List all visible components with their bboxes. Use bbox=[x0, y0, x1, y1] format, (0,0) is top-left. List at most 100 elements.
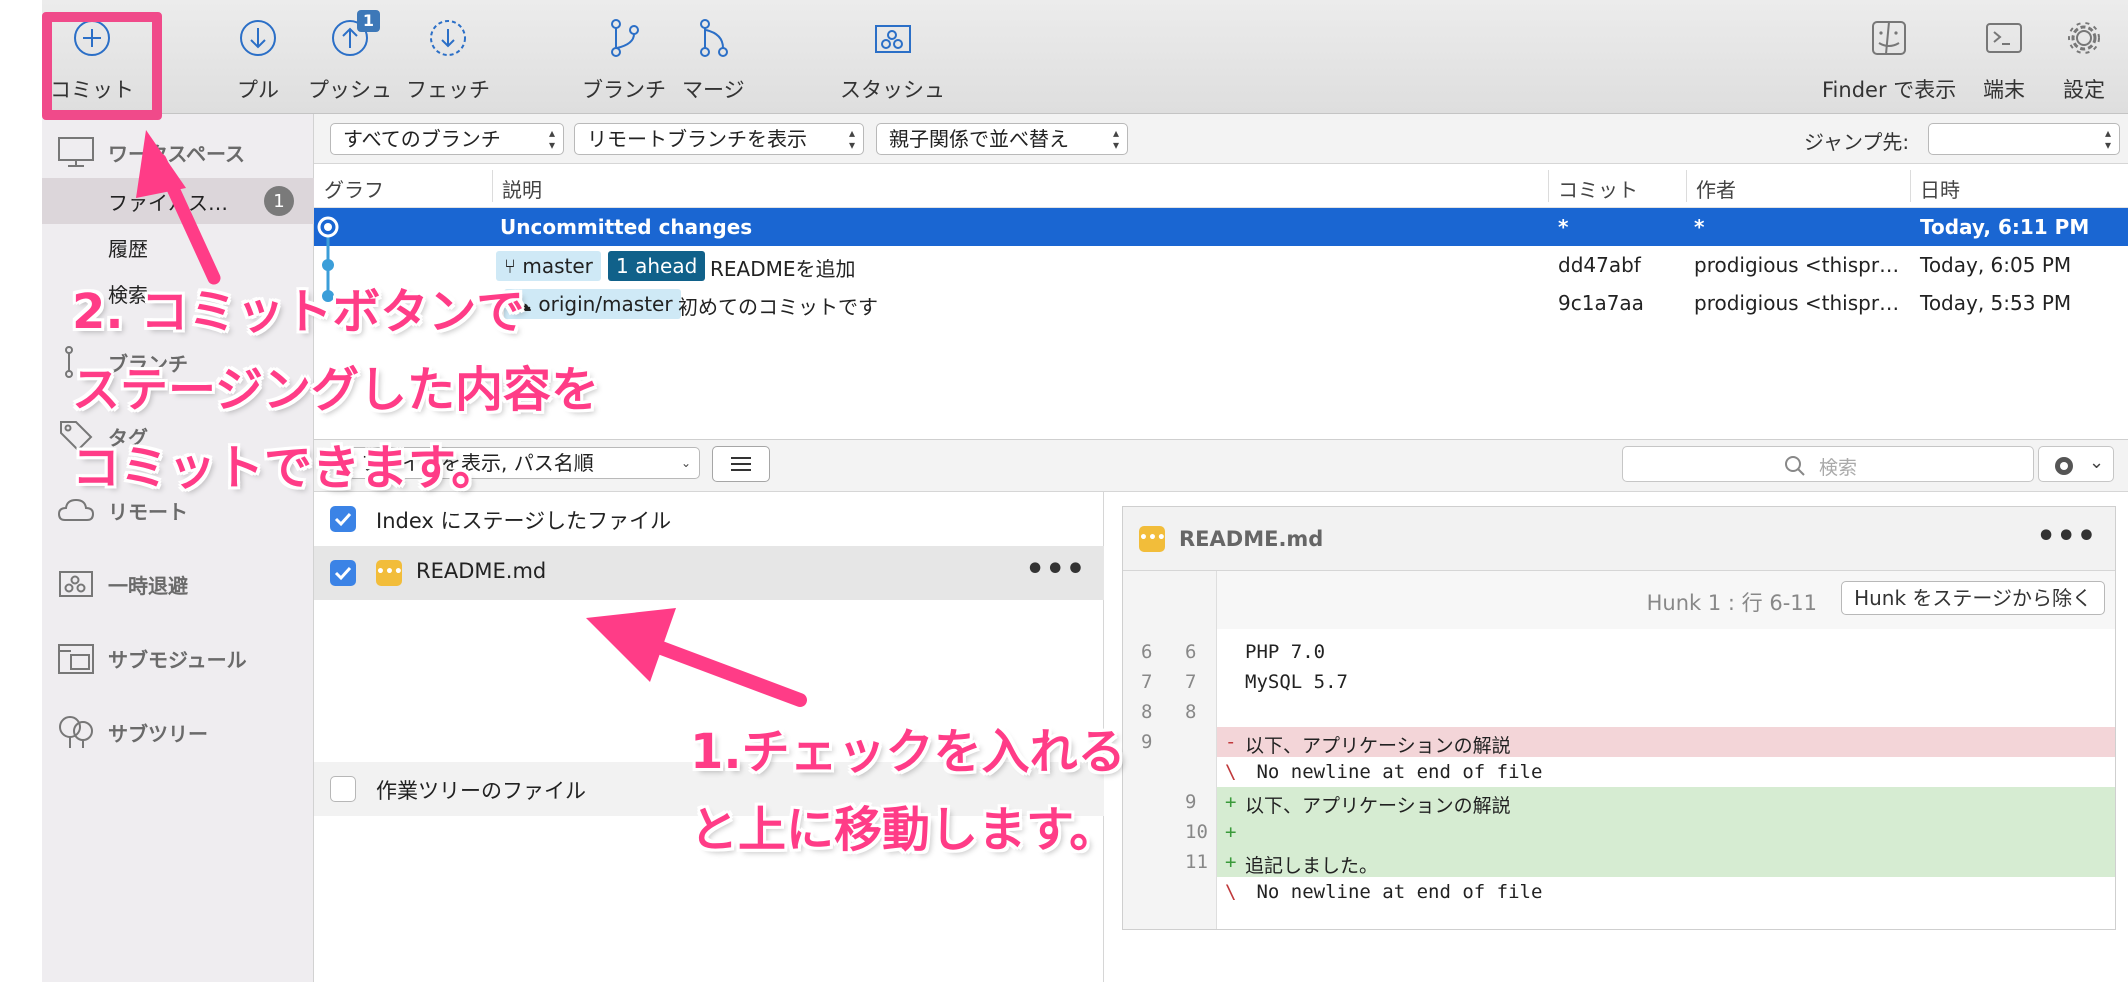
sidebar-item-file-status[interactable]: ファイルス… 1 bbox=[42, 178, 314, 224]
hunk-header: Hunk 1 : 行 6-11 Hunk をステージから除く bbox=[1217, 571, 2115, 629]
diff-line: 88 bbox=[1123, 697, 2115, 727]
column-header-graph[interactable]: グラフ bbox=[324, 174, 384, 203]
settings-button[interactable]: 設定 bbox=[2060, 14, 2108, 104]
fetch-button[interactable]: フェッチ bbox=[406, 14, 490, 104]
window-edge bbox=[0, 0, 42, 982]
sidebar-item-stashes[interactable]: 一時退避 bbox=[42, 562, 314, 606]
search-placeholder: 検索 bbox=[1819, 457, 1858, 479]
stash-label: スタッシュ bbox=[840, 78, 945, 102]
sidebar-item-subtrees[interactable]: サブツリー bbox=[42, 710, 314, 754]
old-line-number: 8 bbox=[1141, 701, 1153, 723]
diff-code: 追記しました。 bbox=[1245, 855, 1379, 877]
terminal-label: 端末 bbox=[1983, 78, 2025, 102]
show-in-finder-button[interactable]: Finder で表示 bbox=[1822, 14, 1956, 104]
branch-filter-bar: すべてのブランチ ▴ ▾ リモートブランチを表示 ▴ ▾ 親子関係で並べ替え ▴ ▾ … bbox=[314, 114, 2128, 164]
checkmark-icon bbox=[334, 566, 352, 581]
diff-line: 9 - 以下、アプリケーションの解説 bbox=[1123, 727, 2115, 757]
jump-to-select[interactable]: ▴ ▾ bbox=[1928, 123, 2120, 155]
merge-button[interactable]: マージ bbox=[682, 14, 745, 104]
sidebar-item-label: ワークスペース bbox=[108, 141, 245, 166]
column-header-commit[interactable]: コミット bbox=[1558, 174, 1638, 203]
staged-checkbox[interactable] bbox=[330, 506, 356, 532]
remote-branches-select[interactable]: リモートブランチを表示 ▴ ▾ bbox=[574, 123, 864, 155]
annotation-step2-line2: ステージングした内容を bbox=[72, 362, 600, 418]
finder-label: Finder で表示 bbox=[1822, 78, 1957, 102]
search-icon bbox=[1785, 456, 1805, 476]
branch-tag-origin-master[interactable]: ☁ origin/master bbox=[504, 289, 681, 319]
sort-select-value: 親子関係で並べ替え bbox=[889, 127, 1069, 151]
column-header-description[interactable]: 説明 bbox=[502, 174, 542, 203]
settings-label: 設定 bbox=[2063, 78, 2105, 102]
updown-chevron-icon: ▴ ▾ bbox=[2104, 126, 2111, 152]
old-line-number: 6 bbox=[1141, 641, 1153, 663]
more-options-icon[interactable]: ••• bbox=[2036, 519, 2097, 554]
commit-row[interactable]: ⑂ master 1 ahead READMEを追加 dd47abf prodi… bbox=[314, 246, 2128, 284]
new-line-number: 10 bbox=[1185, 821, 1208, 843]
terminal-button[interactable]: 端末 bbox=[1980, 14, 2028, 104]
commit-hash: 9c1a7aa bbox=[1558, 291, 1644, 315]
added-line-highlight bbox=[1217, 817, 2115, 847]
diff-line: \ No newline at end of file bbox=[1123, 757, 2115, 787]
branch-tag-label: origin/master bbox=[538, 292, 673, 316]
commit-description: Uncommitted changes bbox=[500, 215, 753, 239]
diff-sign: + bbox=[1225, 851, 1237, 873]
commit-highlight-box bbox=[42, 12, 162, 120]
column-header-date[interactable]: 日時 bbox=[1920, 174, 1960, 203]
unstaged-checkbox[interactable] bbox=[330, 776, 356, 802]
list-options-button[interactable] bbox=[712, 446, 770, 482]
file-search-field[interactable]: 検索 bbox=[1622, 446, 2034, 482]
diff-sign: + bbox=[1225, 791, 1237, 813]
diff-code: PHP 7.0 bbox=[1245, 641, 1326, 663]
file-status-count-badge: 1 bbox=[264, 186, 294, 216]
sidebar-item-history[interactable]: 履歴 bbox=[42, 224, 314, 270]
file-checkbox[interactable] bbox=[330, 560, 356, 586]
sort-order-select[interactable]: 親子関係で並べ替え ▴ ▾ bbox=[876, 123, 1128, 155]
subtree-icon bbox=[56, 714, 96, 750]
diff-line: 11 + 追記しました。 bbox=[1123, 847, 2115, 877]
branch-label: ブランチ bbox=[582, 78, 666, 102]
fetch-label: フェッチ bbox=[406, 78, 490, 102]
branch-tag-label: master bbox=[522, 254, 593, 278]
gear-icon bbox=[2055, 457, 2073, 475]
jump-to-label: ジャンプ先: bbox=[1804, 130, 1910, 154]
staged-file-row[interactable]: ••• README.md ••• bbox=[314, 546, 1104, 600]
commit-description: READMEを追加 bbox=[710, 257, 856, 281]
commit-row[interactable]: ☁ origin/master 初めてのコミットです 9c1a7aa prodi… bbox=[314, 284, 2128, 322]
sidebar-item-submodules[interactable]: サブモジュール bbox=[42, 636, 314, 680]
modified-file-icon: ••• bbox=[376, 560, 403, 586]
branches-select[interactable]: すべてのブランチ ▴ ▾ bbox=[330, 123, 564, 155]
annotation-step1-line2: と上に移動します。 bbox=[690, 802, 1118, 858]
stash-icon bbox=[56, 566, 96, 602]
diff-sign: \ bbox=[1225, 881, 1237, 903]
sidebar-item-label: リモート bbox=[108, 499, 188, 524]
commit-author: prodigious <thispr… bbox=[1694, 291, 1900, 315]
updown-chevron-icon: ▴ ▾ bbox=[548, 126, 555, 152]
file-actions-button[interactable]: ⌄ bbox=[2038, 446, 2114, 482]
commit-description: 初めてのコミットです bbox=[678, 295, 878, 319]
commit-date: Today, 5:53 PM bbox=[1920, 291, 2072, 315]
download-arrow-icon bbox=[234, 14, 282, 62]
commit-date: Today, 6:05 PM bbox=[1920, 253, 2072, 277]
push-button[interactable]: 1 プッシュ bbox=[308, 10, 392, 104]
updown-chevron-icon: ▴ ▾ bbox=[848, 126, 855, 152]
commit-row-uncommitted[interactable]: Uncommitted changes * * Today, 6:11 PM bbox=[314, 208, 2128, 246]
stash-button[interactable]: スタッシュ bbox=[840, 14, 945, 104]
column-divider bbox=[1910, 170, 1911, 202]
column-header-author[interactable]: 作者 bbox=[1696, 174, 1736, 203]
finder-icon bbox=[1865, 14, 1913, 62]
diff-code: No newline at end of file bbox=[1245, 761, 1543, 783]
column-divider bbox=[1686, 170, 1687, 202]
list-icon bbox=[731, 457, 751, 471]
sidebar-item-workspace[interactable]: ワークスペース bbox=[42, 130, 314, 174]
more-options-icon[interactable]: ••• bbox=[1025, 552, 1086, 587]
sidebar-item-label: サブモジュール bbox=[108, 647, 247, 672]
upload-arrow-icon: 1 bbox=[326, 10, 380, 62]
commit-hash: * bbox=[1558, 215, 1569, 239]
staged-files-header: Index にステージしたファイル bbox=[314, 492, 1104, 546]
unstage-hunk-button[interactable]: Hunk をステージから除く bbox=[1841, 581, 2105, 615]
checkmark-icon bbox=[334, 512, 352, 527]
pull-button[interactable]: プル bbox=[234, 14, 282, 104]
branch-button[interactable]: ブランチ bbox=[582, 14, 666, 104]
remote-select-value: リモートブランチを表示 bbox=[587, 127, 807, 151]
diff-filename: README.md bbox=[1179, 527, 1324, 551]
